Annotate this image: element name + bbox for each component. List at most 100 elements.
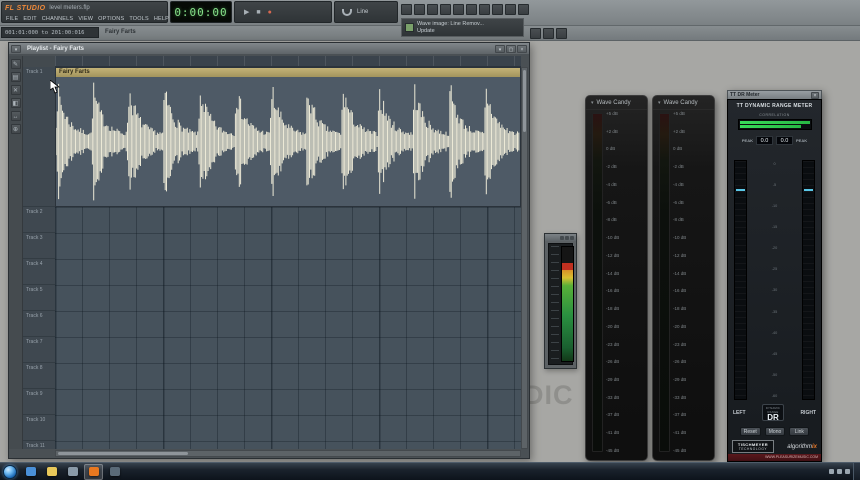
track-name[interactable]: Track 3 <box>23 233 55 259</box>
window-button-3[interactable]: × <box>517 44 527 53</box>
ttdr-mono-button[interactable]: Mono <box>764 427 786 436</box>
menu-edit[interactable]: EDIT <box>21 15 38 23</box>
track-name[interactable]: Track 11 <box>23 441 55 449</box>
taskbar-icon-app-gray[interactable] <box>63 464 82 480</box>
toolbar-button[interactable] <box>440 4 451 15</box>
close-icon[interactable]: × <box>811 91 819 99</box>
toolbar-button[interactable] <box>427 4 438 15</box>
play-button[interactable]: ▶ <box>244 9 249 16</box>
db-scale-label: -6 dB <box>606 199 617 205</box>
toolbar-button[interactable] <box>453 4 464 15</box>
db-scale-label: -4 dB <box>673 181 684 187</box>
playlist-grid[interactable]: Fairy Farts <box>55 67 521 449</box>
taskbar-icon-fl-studio[interactable] <box>84 463 103 480</box>
playlist-title: Playlist - Fairy Farts <box>27 45 85 52</box>
vertical-scrollbar[interactable] <box>521 67 528 449</box>
audio-clip[interactable]: Fairy Farts <box>55 67 521 207</box>
db-scale-label: -25 <box>771 267 778 272</box>
ttdr-meters: 0 -5 -10 -15 -20 -25 -30 -35 -40 -45 -50 -60 <box>728 160 821 400</box>
brand-right-a: algorithm <box>787 443 812 450</box>
mini-meter-scale <box>551 246 559 362</box>
wavecandy-titlebar[interactable]: ▾ Wave Candy <box>653 96 714 110</box>
wavecandy-titlebar[interactable]: ▾ Wave Candy <box>586 96 647 110</box>
horizontal-scrollbar-thumb[interactable] <box>58 452 188 455</box>
track-name[interactable]: Track 6 <box>23 311 55 337</box>
taskbar-icon-folder[interactable] <box>42 464 61 480</box>
menu-file[interactable]: FILE <box>4 15 20 23</box>
track-name[interactable]: Track 2 <box>23 207 55 233</box>
horizontal-scrollbar[interactable] <box>55 450 521 457</box>
menu-channels[interactable]: CHANNELS <box>40 15 76 23</box>
selection-name: Fairy Farts <box>105 29 136 35</box>
chevron-down-icon[interactable]: ▾ <box>658 100 661 106</box>
db-scale-label: -26 dB <box>673 359 687 365</box>
tool-delete-button[interactable]: ✕ <box>10 85 21 95</box>
snap-selector[interactable]: Line <box>334 1 398 23</box>
mini-meter-button-1[interactable] <box>560 235 564 240</box>
ttdr-link-button[interactable]: Link <box>789 427 810 436</box>
vertical-scrollbar-thumb[interactable] <box>523 70 526 132</box>
show-desktop-button[interactable] <box>853 462 860 480</box>
menu-tools[interactable]: TOOLS <box>127 15 151 23</box>
db-scale-label: -23 dB <box>606 341 620 347</box>
track-name[interactable]: Track 10 <box>23 415 55 441</box>
toolbar-button[interactable] <box>401 4 412 15</box>
db-scale-label: -5 <box>772 183 777 188</box>
menu-view[interactable]: VIEW <box>76 15 95 23</box>
toolbar-button[interactable] <box>530 28 541 39</box>
folder-icon <box>46 467 57 476</box>
timeline-ruler[interactable] <box>55 56 521 67</box>
selection-info: 001:01:000 to 201:00:016 <box>1 27 99 38</box>
db-scale-label: -12 dB <box>673 252 687 258</box>
track-name[interactable]: Track 4 <box>23 259 55 285</box>
db-scale-label: -50 <box>771 372 778 377</box>
menu-options[interactable]: OPTIONS <box>96 15 126 23</box>
db-scale-label: -33 dB <box>606 394 620 400</box>
record-button[interactable]: ● <box>268 9 272 16</box>
tray-icon-3[interactable] <box>845 469 850 474</box>
ttdr-reset-button[interactable]: Reset <box>739 427 761 436</box>
peak-hold-mark <box>736 189 745 191</box>
ttdr-titlebar[interactable]: TT DR Meter × <box>727 90 822 99</box>
track-name[interactable]: Track 9 <box>23 389 55 415</box>
window-button-1[interactable]: ▾ <box>495 44 505 53</box>
toolbar-button[interactable] <box>414 4 425 15</box>
mini-meter-close-icon[interactable] <box>570 235 574 240</box>
menu-help[interactable]: HELP <box>152 15 171 23</box>
chevron-down-icon[interactable]: ▾ <box>591 100 594 106</box>
magnet-icon <box>342 8 352 16</box>
mini-meter-button-2[interactable] <box>565 235 569 240</box>
start-button[interactable] <box>3 464 17 479</box>
tool-slip-button[interactable]: ↔ <box>10 111 21 121</box>
mini-meter-titlebar[interactable] <box>545 234 576 241</box>
tool-mute-button[interactable]: ◧ <box>10 98 21 108</box>
stop-button[interactable]: ■ <box>256 9 260 16</box>
taskbar-icon-app-dark[interactable] <box>105 464 124 480</box>
wavecandy-title: Wave Candy <box>596 99 631 106</box>
db-scale-label: -33 dB <box>673 394 687 400</box>
taskbar-icon-media-player[interactable] <box>21 464 40 480</box>
db-scale-label: -8 dB <box>606 217 617 223</box>
tray-icon-2[interactable] <box>837 469 842 474</box>
hint-icon <box>405 23 414 32</box>
tool-brush-button[interactable]: ▤ <box>10 72 21 82</box>
toolbar-button[interactable] <box>556 28 567 39</box>
playlist-titlebar[interactable]: ▾ Playlist - Fairy Farts ▾ ▢ × <box>9 43 529 54</box>
toolbar-button[interactable] <box>543 28 554 39</box>
tool-pencil-button[interactable]: ✎ <box>10 59 21 69</box>
toolbar-button[interactable] <box>492 4 503 15</box>
wavecandy-scale: +5 dB +2 dB 0 dB -2 dB -4 dB -6 dB -8 dB -10 dB… <box>673 111 711 453</box>
toolbar-button[interactable] <box>466 4 477 15</box>
tool-zoom-button[interactable]: ⊕ <box>10 124 21 134</box>
track-name[interactable]: Track 8 <box>23 363 55 389</box>
toolbar-button[interactable] <box>518 4 529 15</box>
toolbar-button[interactable] <box>479 4 490 15</box>
track-name[interactable]: Track 5 <box>23 285 55 311</box>
track-name[interactable]: Track 7 <box>23 337 55 363</box>
playlist-menu-icon[interactable]: ▾ <box>11 44 21 53</box>
db-scale-label: -45 dB <box>606 447 620 453</box>
window-button-2[interactable]: ▢ <box>506 44 516 53</box>
toolbar-button[interactable] <box>505 4 516 15</box>
tray-icon-1[interactable] <box>829 469 834 474</box>
mouse-cursor <box>49 79 61 99</box>
